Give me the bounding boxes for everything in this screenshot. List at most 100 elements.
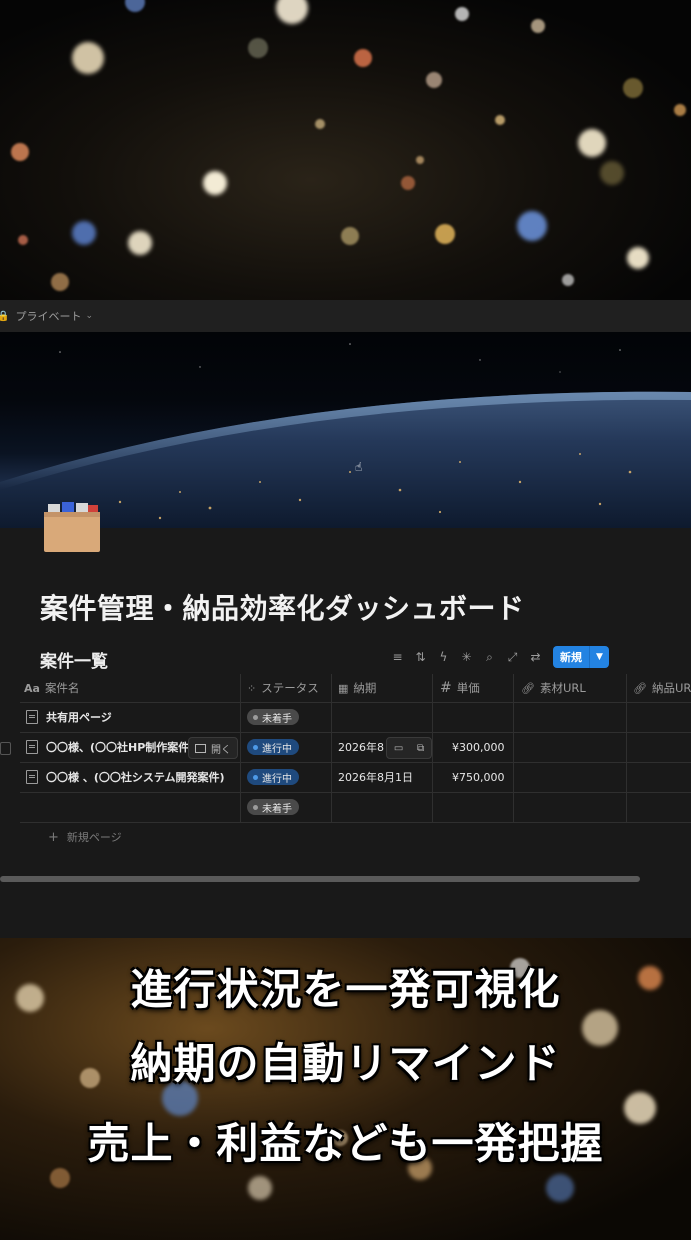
bokeh-light bbox=[600, 161, 624, 185]
bokeh-light bbox=[125, 0, 145, 12]
new-button[interactable]: 新規 ▼ bbox=[553, 646, 609, 668]
bokeh-light bbox=[248, 1176, 272, 1200]
bokeh-light bbox=[562, 274, 574, 286]
bokeh-light bbox=[341, 227, 359, 245]
caption-line-3: 売上・利益なども一発把握 bbox=[87, 1119, 604, 1168]
breadcrumb-private[interactable]: プライベート bbox=[15, 308, 81, 324]
bokeh-light bbox=[455, 7, 469, 21]
status-badge: 進行中 bbox=[247, 739, 299, 755]
column-header-price[interactable]: # 単価 bbox=[440, 674, 480, 702]
filter-icon[interactable]: ≡ bbox=[386, 650, 409, 664]
table-row-name-cell[interactable]: 〇〇様、(〇〇社HP制作案件 bbox=[26, 732, 189, 762]
bokeh-light bbox=[18, 235, 28, 245]
caption-line-2: 納期の自動リマインド bbox=[130, 1039, 561, 1088]
column-header-due[interactable]: ▦ 納期 bbox=[338, 674, 376, 702]
bokeh-light bbox=[72, 42, 104, 74]
table-row-status-cell[interactable]: 進行中 bbox=[247, 732, 299, 762]
table-row-due-cell[interactable]: 2026年8 bbox=[338, 732, 384, 762]
expand-icon[interactable]: ⤢ bbox=[501, 650, 524, 665]
bokeh-light bbox=[426, 72, 442, 88]
bokeh-light bbox=[531, 19, 545, 33]
caption-line-1: 進行状況を一発可視化 bbox=[130, 965, 561, 1014]
bokeh-light bbox=[401, 176, 415, 190]
bokeh-light bbox=[495, 115, 505, 125]
bokeh-light bbox=[578, 129, 606, 157]
status-badge: 未着手 bbox=[247, 799, 299, 815]
automation-bolt-icon[interactable]: ϟ bbox=[432, 650, 455, 664]
table-row-status-cell[interactable]: 未着手 bbox=[247, 702, 299, 732]
comment-icon[interactable]: ▭ bbox=[394, 743, 403, 754]
database-title[interactable]: 案件一覧 bbox=[40, 647, 108, 672]
row-divider bbox=[20, 822, 691, 823]
bokeh-light bbox=[128, 231, 152, 255]
cell-hover-tools: ▭ ⧉ bbox=[386, 737, 432, 759]
table-row-status-cell[interactable]: 進行中 bbox=[247, 762, 299, 792]
notion-app: 🔒 プライベート ⌄ 案件管理・納品効率化ダッシュボード 案件一覧 ≡ ⇅ ϟ … bbox=[0, 300, 691, 938]
bokeh-light bbox=[435, 224, 455, 244]
hand-cursor-icon: ☝ bbox=[355, 460, 363, 474]
page-icon bbox=[26, 740, 38, 754]
breadcrumb: 🔒 プライベート ⌄ bbox=[0, 300, 691, 332]
bokeh-light bbox=[674, 104, 686, 116]
bokeh-light bbox=[248, 38, 268, 58]
column-header-status[interactable]: ⁘ ステータス bbox=[247, 674, 319, 702]
link-icon: 🔗︎ bbox=[633, 681, 647, 695]
lock-icon: 🔒 bbox=[0, 310, 10, 322]
link-icon: 🔗︎ bbox=[521, 681, 535, 695]
page-icon bbox=[26, 770, 38, 784]
plus-icon: + bbox=[48, 829, 59, 845]
table-row-due-cell[interactable]: 2026年8月1日 bbox=[338, 762, 413, 792]
settings-sliders-icon[interactable]: ⇄ bbox=[524, 650, 547, 664]
number-property-icon: # bbox=[440, 680, 452, 696]
bokeh-light bbox=[546, 1174, 574, 1202]
earth-cover-image bbox=[0, 343, 691, 528]
bokeh-light bbox=[354, 49, 372, 67]
horizontal-scrollbar[interactable] bbox=[0, 876, 640, 882]
row-select-checkbox[interactable] bbox=[0, 742, 11, 755]
bokeh-light bbox=[276, 0, 308, 24]
bokeh-light bbox=[416, 156, 424, 164]
column-divider bbox=[626, 674, 627, 822]
copy-icon[interactable]: ⧉ bbox=[417, 743, 424, 754]
status-badge: 未着手 bbox=[247, 709, 299, 725]
page-icon bbox=[26, 710, 38, 724]
column-header-name[interactable]: Aa 案件名 bbox=[24, 674, 79, 702]
status-icon: ⁘ bbox=[247, 681, 257, 695]
table-row-name-cell[interactable]: 〇〇様 、(〇〇社システム開発案件) bbox=[26, 762, 225, 792]
sort-icon[interactable]: ⇅ bbox=[409, 650, 432, 664]
table-row-price-cell[interactable]: ¥300,000 bbox=[452, 732, 505, 762]
row-divider bbox=[20, 702, 691, 703]
calendar-icon: ▦ bbox=[338, 681, 349, 695]
open-page-button[interactable]: 開く bbox=[188, 737, 238, 759]
table-row-name-cell[interactable]: 共有用ページ bbox=[26, 702, 112, 732]
row-divider bbox=[20, 792, 691, 793]
page-title: 案件管理・納品効率化ダッシュボード bbox=[40, 592, 525, 625]
bokeh-light bbox=[72, 221, 96, 245]
column-header-material-url[interactable]: 🔗︎ 素材URL bbox=[521, 674, 586, 702]
bokeh-light bbox=[623, 78, 643, 98]
table-row-status-cell[interactable]: 未着手 bbox=[247, 792, 299, 822]
page-cover-earth[interactable] bbox=[0, 332, 691, 528]
column-divider bbox=[513, 674, 514, 822]
bokeh-light bbox=[203, 171, 227, 195]
status-badge: 進行中 bbox=[247, 769, 299, 785]
chevron-down-icon[interactable]: ⌄ bbox=[85, 311, 93, 321]
new-button-label: 新規 bbox=[560, 651, 582, 664]
search-icon[interactable]: ⌕ bbox=[478, 650, 501, 665]
chevron-down-icon[interactable]: ▼ bbox=[590, 652, 609, 662]
table-row-price-cell[interactable]: ¥750,000 bbox=[452, 762, 505, 792]
bokeh-light bbox=[51, 273, 69, 291]
column-divider bbox=[331, 674, 332, 822]
ai-sparkle-icon[interactable]: ✳ bbox=[455, 650, 478, 664]
column-divider bbox=[240, 674, 241, 822]
bokeh-background-top bbox=[0, 0, 691, 300]
file-box-icon[interactable] bbox=[42, 498, 102, 554]
bokeh-light bbox=[627, 247, 649, 269]
column-header-delivery-url[interactable]: 🔗︎ 納品URL bbox=[633, 674, 691, 702]
text-property-icon: Aa bbox=[24, 681, 40, 695]
database-toolbar: ≡ ⇅ ϟ ✳ ⌕ ⤢ ⇄ 新規 ▼ bbox=[386, 646, 609, 668]
bokeh-light bbox=[315, 119, 325, 129]
new-page-button[interactable]: + 新規ページ bbox=[48, 829, 122, 845]
bokeh-light bbox=[50, 1168, 70, 1188]
side-peek-icon bbox=[195, 743, 206, 753]
